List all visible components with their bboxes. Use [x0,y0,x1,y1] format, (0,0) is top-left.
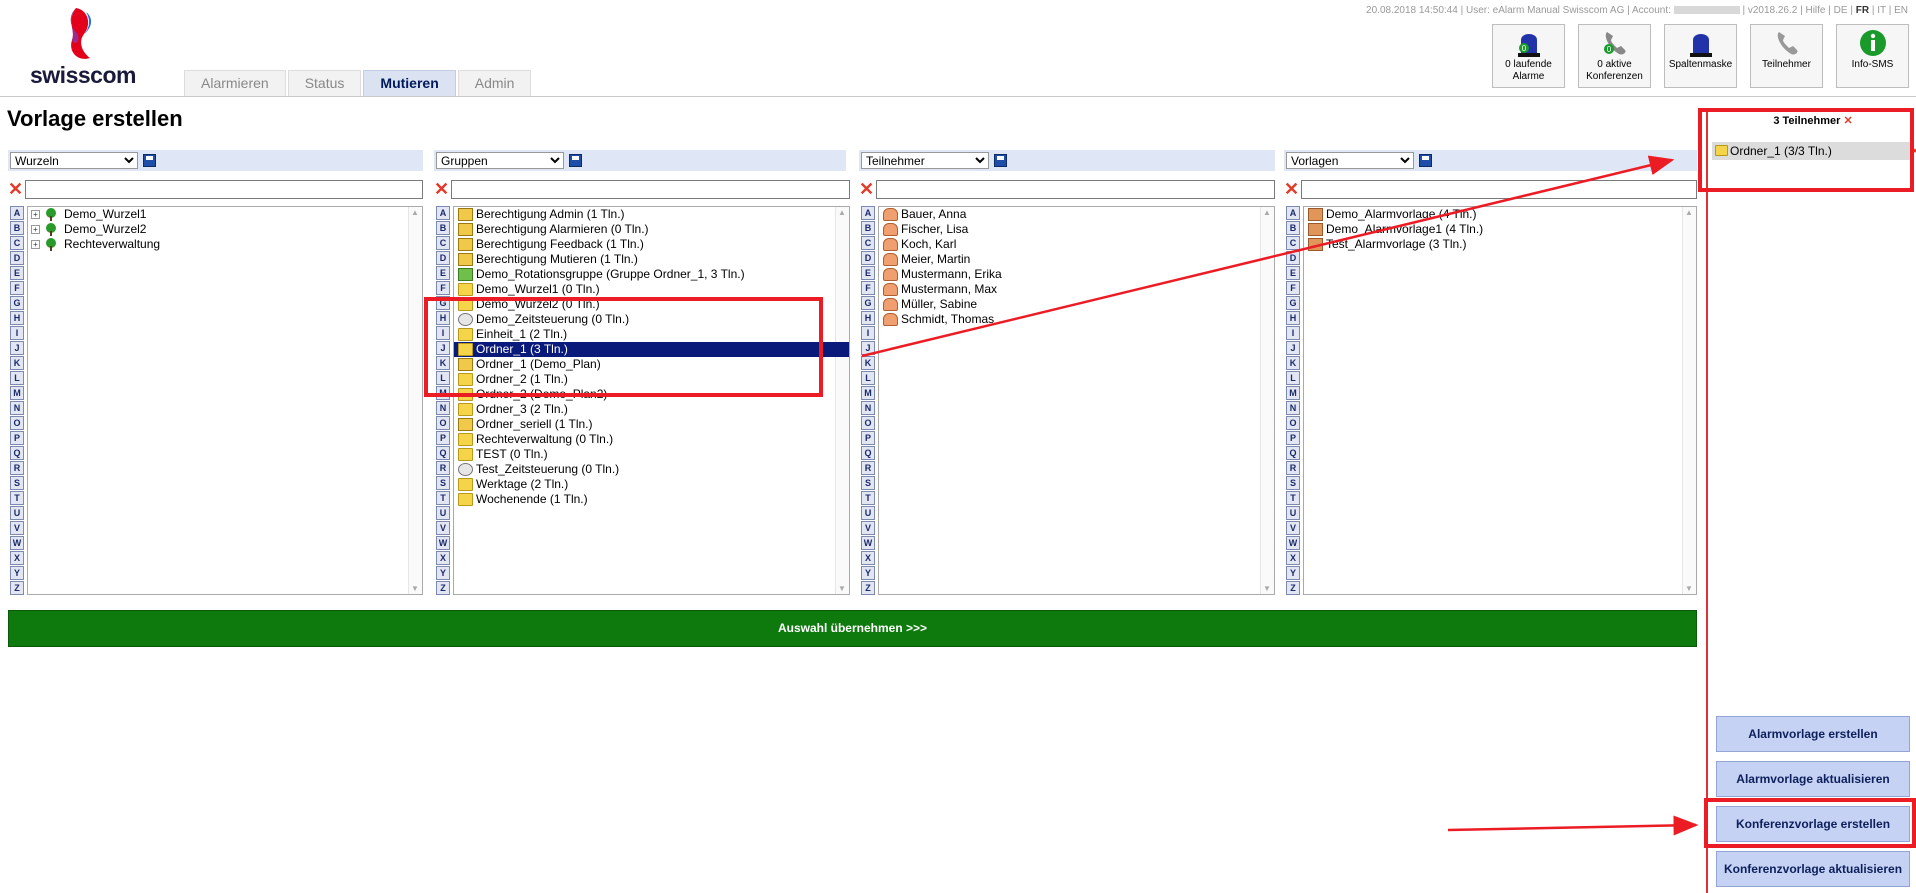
annotation-arrow [1447,815,1699,836]
annotation-arrow [861,155,1675,358]
annotation-arrows [861,155,1699,836]
app-root: swisscom Alarmieren Status Mutieren Admi… [0,0,1916,893]
